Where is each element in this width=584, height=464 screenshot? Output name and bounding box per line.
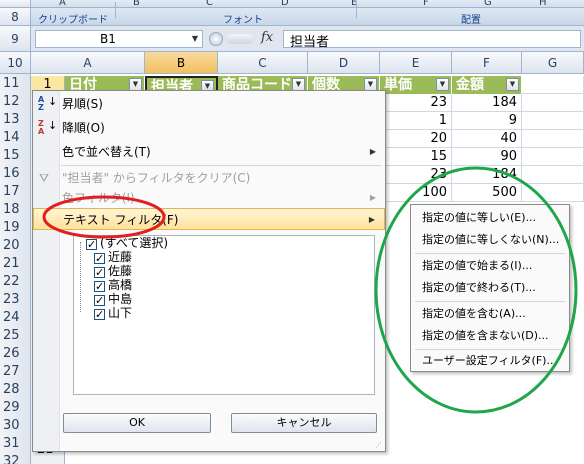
red-highlight-circle: [42, 195, 166, 239]
green-highlight-circle: [374, 166, 578, 414]
annotation-overlay: [42, 166, 578, 414]
excel-window: { "ribbon": { "col_letters": ["A", "B", …: [0, 0, 584, 464]
